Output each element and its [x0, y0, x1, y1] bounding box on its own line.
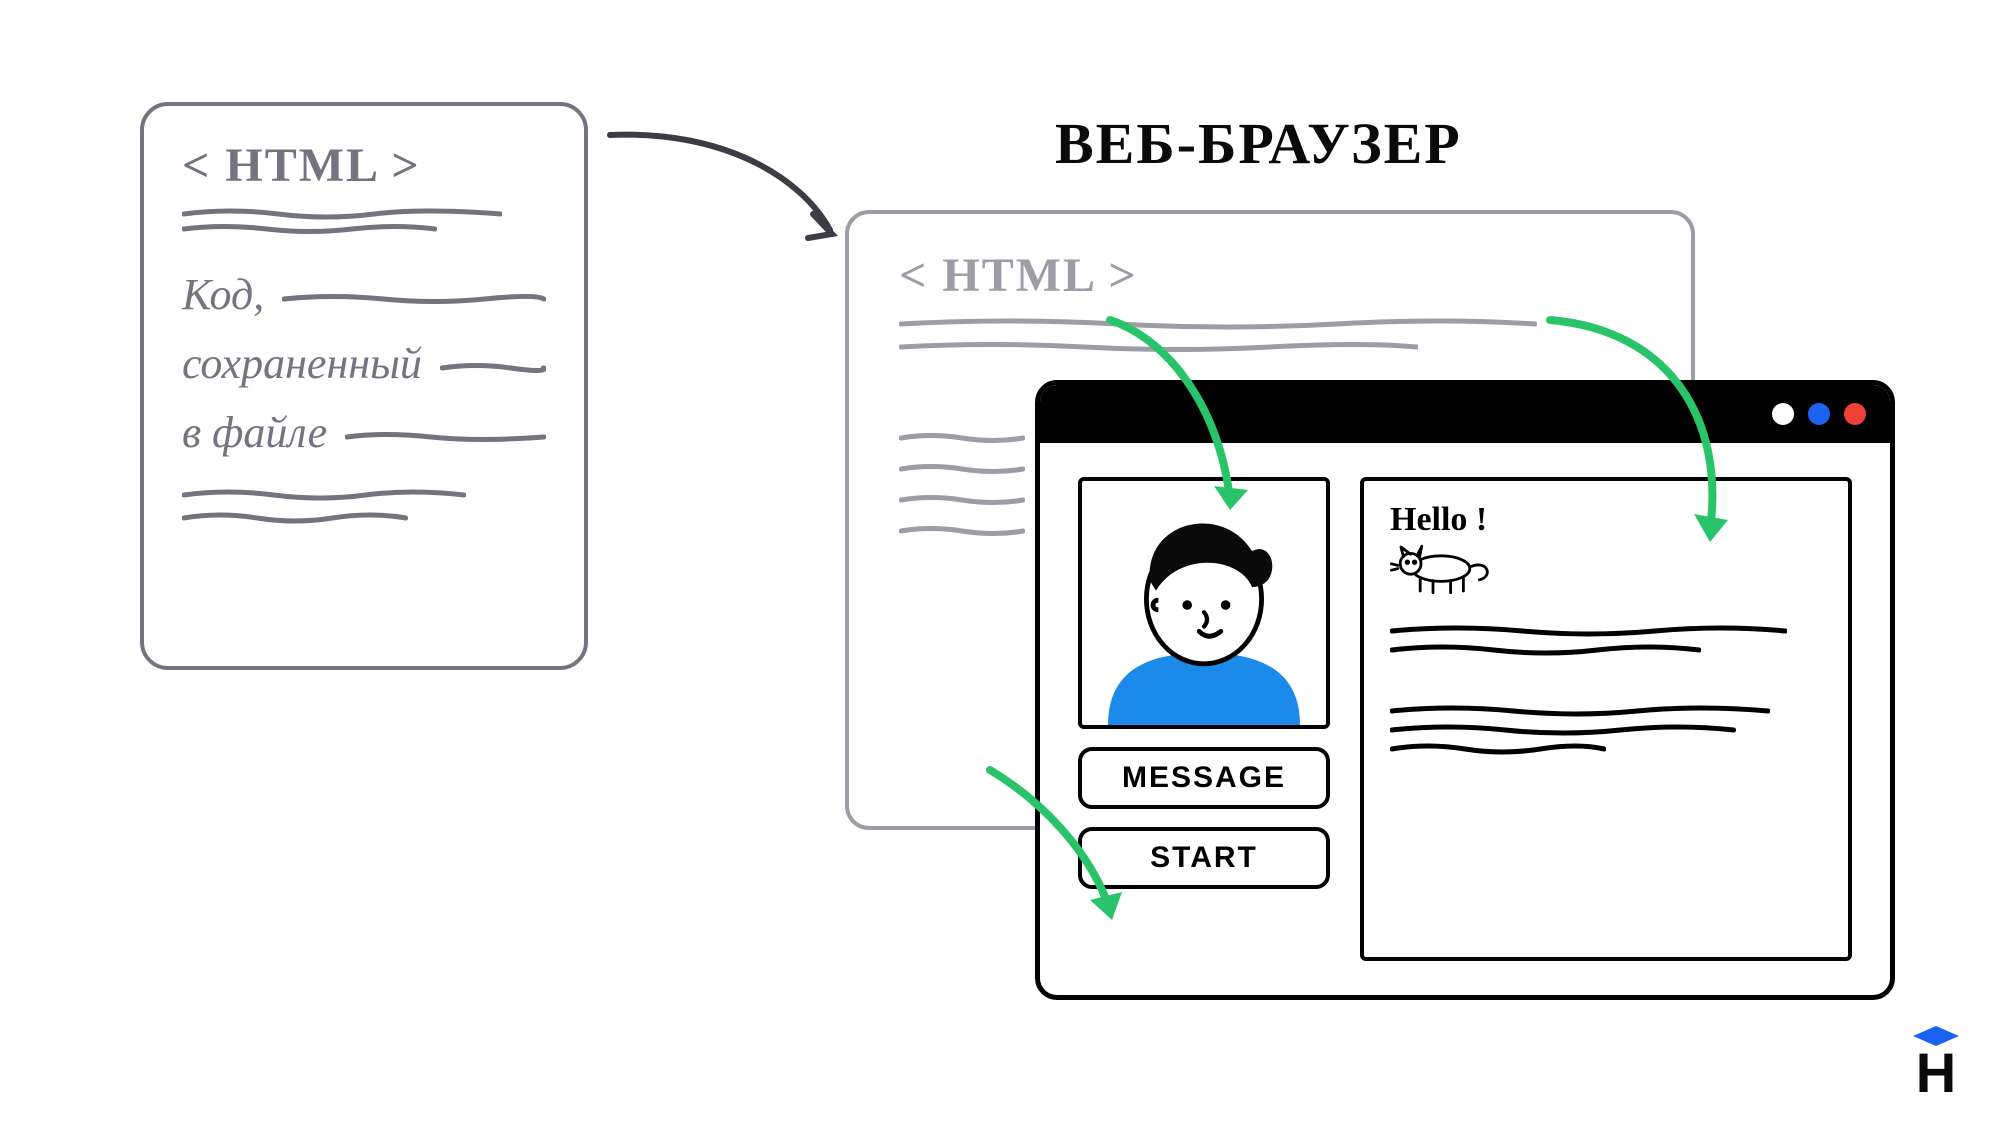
greeting-text: Hello !: [1390, 501, 1822, 539]
window-dot-icon: [1772, 403, 1794, 425]
browser-heading: ВЕБ-БРАУЗЕР: [1055, 110, 1462, 177]
window-dot-icon: [1808, 403, 1830, 425]
svg-text:H: H: [1916, 1041, 1956, 1104]
avatar: [1078, 477, 1330, 729]
start-button[interactable]: START: [1078, 827, 1330, 889]
source-note-line2: сохраненный: [182, 338, 422, 389]
source-note-line3: в файле: [182, 407, 327, 458]
message-button[interactable]: MESSAGE: [1078, 747, 1330, 809]
content-panel: Hello !: [1360, 477, 1852, 961]
window-titlebar: [1040, 385, 1890, 443]
source-code-card: < HTML > Код, сохраненный в файле: [140, 102, 588, 670]
cat-doodle-icon: [1390, 543, 1500, 599]
browser-html-tag: < HTML >: [899, 248, 1641, 303]
window-dot-icon: [1844, 403, 1866, 425]
rendered-page-window: MESSAGE START Hello !: [1035, 380, 1895, 1000]
watermark-logo-icon: H: [1901, 1024, 1971, 1104]
flow-arrow-icon: [600, 120, 860, 260]
source-note-line1: Код,: [182, 269, 264, 320]
html-tag-label: < HTML >: [182, 138, 546, 193]
